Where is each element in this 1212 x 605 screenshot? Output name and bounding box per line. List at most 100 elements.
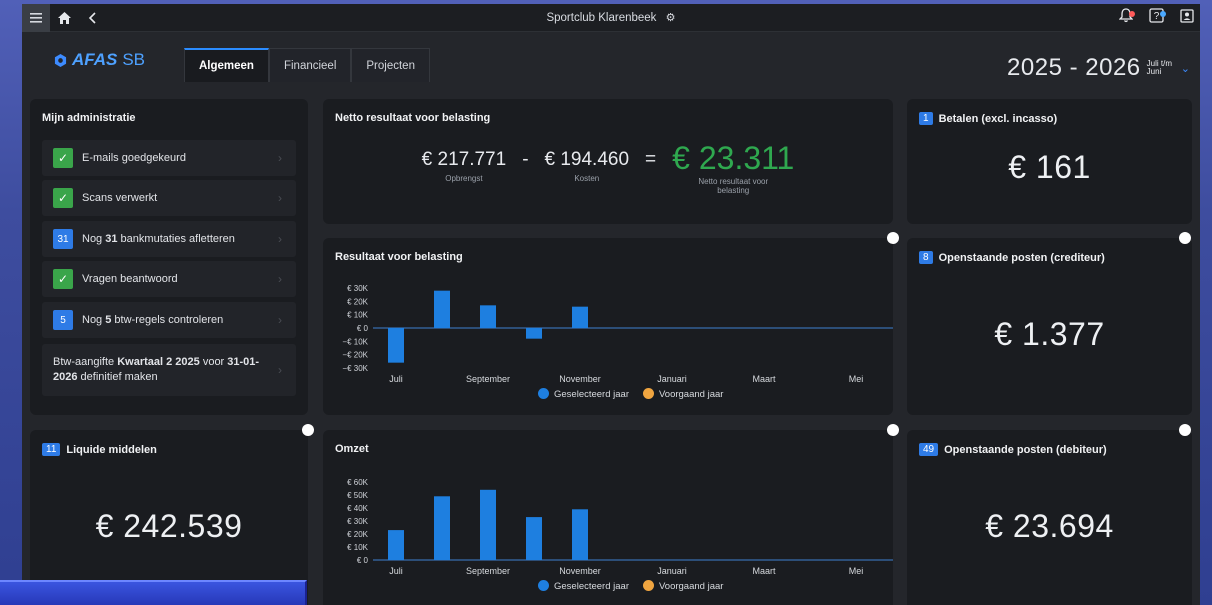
y-tick-label: −€ 20K bbox=[342, 351, 368, 360]
count-badge: 31 bbox=[53, 229, 73, 249]
back-button[interactable] bbox=[78, 4, 106, 32]
resultaat-chart-card: Resultaat voor belasting € 30K € 20K € 10K… bbox=[323, 238, 893, 415]
taskbar-fragment bbox=[0, 580, 307, 605]
resultaat-label: Netto resultaat voor belasting bbox=[698, 177, 769, 195]
netto-card: Netto resultaat voor belasting € 217.771… bbox=[323, 99, 893, 224]
admin-title: Mijn administratie bbox=[42, 112, 136, 124]
count-badge: 11 bbox=[42, 443, 61, 456]
y-tick-label: € 20K bbox=[347, 530, 369, 539]
label-mid: voor bbox=[199, 356, 228, 368]
bar-november bbox=[572, 306, 588, 328]
liquide-title-text: Liquide middelen bbox=[66, 443, 157, 456]
logo: AFAS SB bbox=[54, 50, 145, 70]
menu-button[interactable] bbox=[22, 4, 50, 32]
resultaat-block: € 23.311 Netto resultaat voor belasting bbox=[672, 140, 794, 195]
admin-item-label: Btw-aangifte Kwartaal 2 2025 voor 31-01-… bbox=[53, 355, 266, 385]
bar-augustus bbox=[434, 496, 450, 560]
bar-september bbox=[480, 489, 496, 560]
admin-item-btw-aangifte[interactable]: Btw-aangifte Kwartaal 2 2025 voor 31-01-… bbox=[42, 344, 296, 396]
admin-item-emails[interactable]: ✓ E-mails goedgekeurd › bbox=[42, 140, 296, 176]
help-button[interactable]: ? bbox=[1149, 8, 1166, 28]
y-tick-label: € 0 bbox=[357, 324, 369, 333]
tab-bar: Algemeen Financieel Projecten bbox=[184, 48, 430, 82]
legend-selected[interactable]: Geselecteerd jaar bbox=[538, 388, 629, 400]
card-handle[interactable] bbox=[887, 424, 899, 436]
card-handle[interactable] bbox=[1179, 232, 1191, 244]
opbrengst-block: € 217.771 Opbrengst bbox=[422, 149, 507, 183]
y-tick-label: −€ 10K bbox=[342, 337, 368, 346]
label-prefix: Nog bbox=[82, 314, 106, 326]
debiteur-card[interactable]: 49 Openstaande posten (debiteur) € 23.694 bbox=[907, 430, 1192, 605]
admin-card: Mijn administratie ✓ E-mails goedgekeurd… bbox=[30, 99, 308, 415]
tab-financieel[interactable]: Financieel bbox=[268, 48, 352, 82]
betalen-card[interactable]: 1 Betalen (excl. incasso) € 161 bbox=[907, 99, 1192, 224]
header: AFAS SB Algemeen Financieel Projecten 20… bbox=[22, 32, 1200, 92]
account-button[interactable] bbox=[1180, 8, 1194, 28]
home-icon bbox=[57, 11, 71, 24]
card-handle[interactable] bbox=[302, 424, 314, 436]
kosten-value: € 194.460 bbox=[544, 149, 630, 170]
minus-sign: - bbox=[522, 149, 529, 170]
card-handle[interactable] bbox=[887, 232, 899, 244]
chevron-right-icon: › bbox=[278, 362, 282, 377]
label-suffix: definitief maken bbox=[77, 371, 158, 383]
x-tick-label: November bbox=[559, 374, 601, 384]
x-tick-label: Januari bbox=[657, 374, 687, 384]
year-period-end: Juni bbox=[1146, 67, 1162, 76]
legend-label-previous: Voorgaand jaar bbox=[658, 389, 724, 400]
user-icon bbox=[1180, 8, 1194, 23]
admin-item-label: Scans verwerkt bbox=[82, 192, 158, 204]
check-icon: ✓ bbox=[53, 148, 73, 168]
logo-suffix: SB bbox=[122, 50, 146, 69]
year-selector[interactable]: 2025 - 2026 Juli t/m Juni ⌄ bbox=[1007, 54, 1190, 82]
home-button[interactable] bbox=[50, 4, 78, 32]
x-tick-label: September bbox=[466, 374, 510, 384]
x-tick-label: Mei bbox=[849, 374, 864, 384]
legend-selected[interactable]: Geselecteerd jaar bbox=[538, 580, 629, 592]
legend-dot-previous bbox=[642, 388, 654, 399]
tab-projecten[interactable]: Projecten bbox=[351, 48, 430, 82]
omzet-chart-card: Omzet € 60K € 50K € 40K € 30K € 20K € 10K € 0 J… bbox=[323, 430, 893, 605]
y-tick-label: −€ 30K bbox=[342, 364, 368, 373]
x-tick-label: Maart bbox=[752, 566, 776, 576]
org-title[interactable]: Sportclub Klarenbeek bbox=[546, 12, 656, 24]
x-tick-label: September bbox=[466, 566, 510, 576]
crediteur-title-text: Openstaande posten (crediteur) bbox=[938, 251, 1105, 264]
legend-previous[interactable]: Voorgaand jaar bbox=[642, 580, 723, 592]
netto-title: Netto resultaat voor belasting bbox=[335, 112, 491, 124]
x-tick-label: Maart bbox=[752, 374, 776, 384]
gear-icon[interactable]: ⚙ bbox=[666, 12, 676, 24]
bar-juli bbox=[388, 530, 404, 560]
logo-text: AFAS bbox=[72, 50, 118, 69]
admin-item-btw-regels[interactable]: 5 Nog 5 btw-regels controleren › bbox=[42, 302, 296, 338]
crediteur-title: 8 Openstaande posten (crediteur) bbox=[919, 251, 1105, 264]
admin-item-bankmutaties[interactable]: 31 Nog 31 bankmutaties afletteren › bbox=[42, 221, 296, 257]
chevron-left-icon bbox=[88, 11, 96, 24]
opbrengst-label: Opbrengst bbox=[445, 174, 483, 183]
liquide-card[interactable]: 11 Liquide middelen € 242.539 bbox=[30, 430, 308, 605]
debiteur-title: 49 Openstaande posten (debiteur) bbox=[919, 443, 1107, 456]
liquide-amount: € 242.539 bbox=[95, 508, 243, 544]
app-window: Sportclub Klarenbeek ⚙ ? AFAS SB Algemee… bbox=[22, 4, 1200, 605]
opbrengst-value: € 217.771 bbox=[421, 149, 507, 170]
year-period: Juli t/m Juni bbox=[1147, 60, 1172, 76]
x-tick-label: November bbox=[559, 566, 601, 576]
y-tick-label: € 60K bbox=[347, 478, 369, 487]
y-tick-label: € 30K bbox=[347, 517, 369, 526]
tab-algemeen[interactable]: Algemeen bbox=[184, 48, 269, 82]
legend-previous[interactable]: Voorgaand jaar bbox=[642, 388, 724, 400]
crediteur-card[interactable]: 8 Openstaande posten (crediteur) € 1.377 bbox=[907, 238, 1192, 415]
year-label: 2025 - 2026 bbox=[1007, 54, 1141, 81]
notifications-button[interactable] bbox=[1118, 8, 1135, 28]
chart-legend: Geselecteerd jaar Voorgaand jaar bbox=[538, 388, 723, 400]
card-handle[interactable] bbox=[1179, 424, 1191, 436]
afas-logo-icon bbox=[54, 53, 67, 67]
count-badge: 5 bbox=[53, 310, 73, 330]
label-quarter: Kwartaal 2 2025 bbox=[117, 356, 200, 368]
label-count: 31 bbox=[105, 233, 118, 245]
bar-juli bbox=[388, 328, 404, 363]
y-tick-label: € 40K bbox=[347, 504, 369, 513]
admin-item-scans[interactable]: ✓ Scans verwerkt › bbox=[42, 180, 296, 216]
count-badge: 8 bbox=[919, 251, 933, 264]
admin-item-vragen[interactable]: ✓ Vragen beantwoord › bbox=[42, 261, 296, 297]
